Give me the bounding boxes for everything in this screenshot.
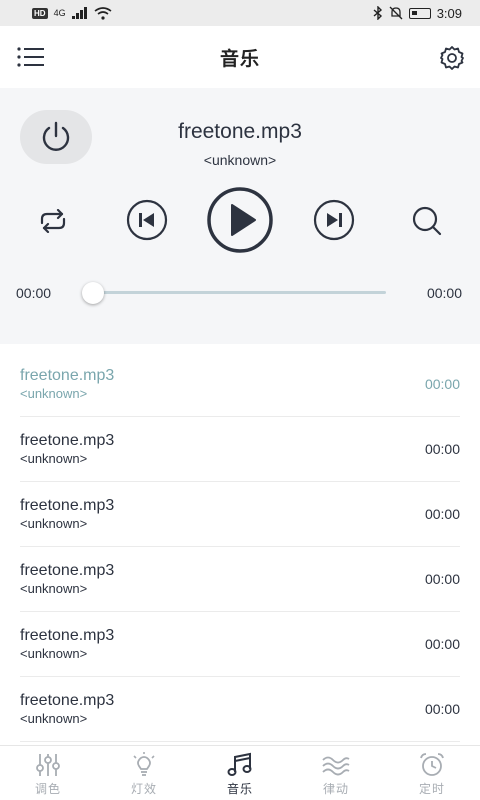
wifi-icon [94, 6, 112, 20]
current-time: 00:00 [16, 285, 52, 301]
track-duration: 00:00 [424, 636, 460, 652]
track-title: freetone.mp3 [20, 627, 115, 644]
tab-color[interactable]: 调色 [0, 746, 96, 800]
track-duration: 00:00 [424, 701, 460, 717]
gear-icon [440, 46, 464, 70]
tab-label: 音乐 [226, 782, 253, 796]
track-artist: <unknown> [20, 386, 88, 401]
alarm-clock-icon [420, 753, 444, 776]
play-button[interactable] [206, 186, 274, 254]
tab-label: 调色 [34, 782, 61, 796]
app-header: 音乐 [0, 26, 480, 88]
network-type: 4G [53, 8, 66, 18]
status-time: 3:09 [436, 5, 462, 21]
previous-button[interactable] [126, 199, 168, 241]
menu-button[interactable] [16, 45, 46, 69]
track-artist: <unknown> [20, 451, 88, 466]
bottom-tab-bar: 调色 灯效 音乐 律动 定时 [0, 745, 480, 800]
list-item[interactable]: freetone.mp3 <unknown> 00:00 [20, 677, 460, 742]
repeat-icon [40, 209, 66, 233]
repeat-button[interactable] [34, 202, 72, 240]
tab-label: 灯效 [130, 782, 157, 796]
sliders-icon [36, 754, 60, 776]
signal-icon [71, 7, 87, 19]
settings-button[interactable] [438, 44, 466, 72]
skip-next-icon [313, 199, 355, 241]
track-artist: <unknown> [20, 711, 88, 726]
search-button[interactable] [408, 202, 446, 240]
track-duration: 00:00 [424, 376, 460, 392]
status-bar: HD 4G 3:09 [0, 0, 480, 26]
list-menu-icon [17, 47, 44, 67]
now-playing-artist: <unknown> [203, 152, 277, 168]
list-item[interactable]: freetone.mp3 <unknown> 00:00 [20, 547, 460, 612]
wave-icon [322, 756, 350, 776]
next-button[interactable] [313, 199, 355, 241]
track-title: freetone.mp3 [20, 562, 115, 579]
track-artist: <unknown> [20, 646, 88, 661]
list-item[interactable]: freetone.mp3 <unknown> 00:00 [20, 352, 460, 417]
bluetooth-icon [373, 6, 382, 20]
track-title: freetone.mp3 [20, 497, 115, 514]
list-item[interactable]: freetone.mp3 <unknown> 00:00 [20, 612, 460, 677]
power-button[interactable] [20, 110, 92, 164]
hd-badge: HD [32, 7, 48, 19]
play-icon [207, 187, 273, 253]
mute-bell-icon [389, 6, 403, 20]
player-panel: freetone.mp3 <unknown> 00:00 00:00 [0, 88, 480, 344]
music-note-icon [227, 752, 252, 776]
status-left: HD 4G [32, 6, 112, 20]
tab-label: 律动 [322, 782, 349, 796]
skip-previous-icon [126, 199, 168, 241]
tab-light-effects[interactable]: 灯效 [96, 746, 192, 800]
track-duration: 00:00 [424, 506, 460, 522]
total-time: 00:00 [426, 285, 462, 301]
power-icon [42, 121, 70, 151]
tab-music[interactable]: 音乐 [192, 746, 288, 800]
tab-label: 定时 [418, 782, 445, 796]
status-right: 3:09 [373, 6, 462, 21]
tab-rhythm[interactable]: 律动 [288, 746, 384, 800]
now-playing-title: freetone.mp3 [178, 120, 302, 143]
playlist: freetone.mp3 <unknown> 00:00 freetone.mp… [0, 352, 480, 742]
list-item[interactable]: freetone.mp3 <unknown> 00:00 [20, 417, 460, 482]
track-title: freetone.mp3 [20, 692, 115, 709]
track-duration: 00:00 [424, 441, 460, 457]
search-icon [412, 206, 442, 236]
bulb-icon [133, 752, 155, 776]
track-title: freetone.mp3 [20, 367, 115, 384]
track-duration: 00:00 [424, 571, 460, 587]
track-artist: <unknown> [20, 516, 88, 531]
progress-track[interactable] [92, 291, 386, 294]
progress-thumb[interactable] [82, 282, 104, 304]
track-title: freetone.mp3 [20, 432, 115, 449]
track-artist: <unknown> [20, 581, 88, 596]
battery-icon [408, 7, 431, 19]
page-title: 音乐 [219, 48, 260, 70]
list-item[interactable]: freetone.mp3 <unknown> 00:00 [20, 482, 460, 547]
tab-timer[interactable]: 定时 [384, 746, 480, 800]
